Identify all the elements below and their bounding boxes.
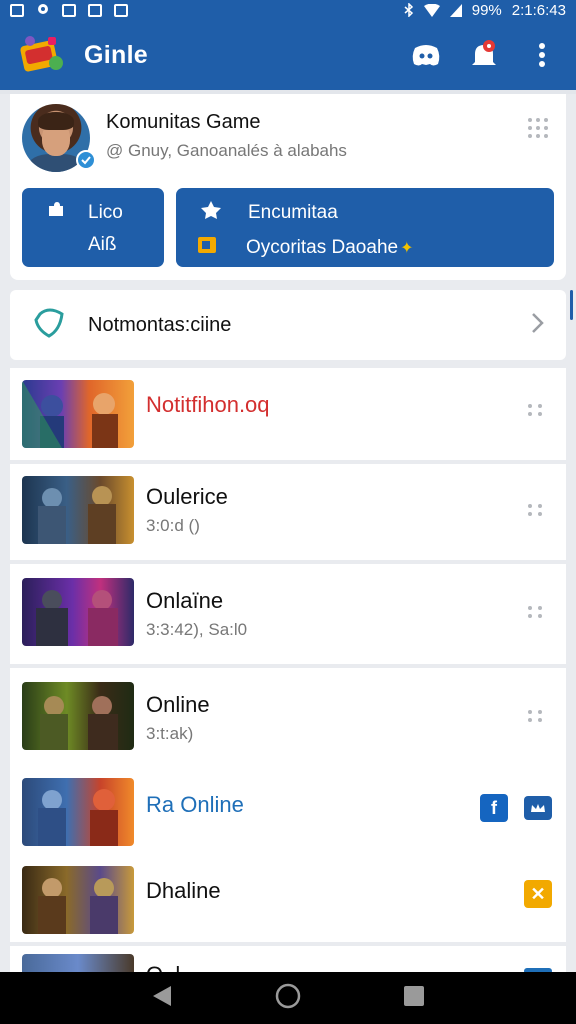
facebook-icon[interactable]: f	[480, 794, 508, 822]
lico-button-label: Lico	[88, 202, 123, 223]
star-icon	[200, 200, 222, 226]
game-title: Dhaline	[146, 878, 221, 903]
game-thumbnail	[22, 954, 134, 972]
lico-button-sublabel: Aiß	[88, 234, 117, 255]
battery-text: 99%	[471, 1, 502, 19]
signal-icon	[449, 3, 462, 17]
shield-icon	[32, 308, 66, 343]
app-title: Ginle	[84, 40, 149, 69]
home-icon[interactable]	[274, 982, 302, 1015]
lico-button[interactable]: Lico Aiß	[22, 188, 164, 267]
game-title: Online	[146, 692, 210, 717]
notifications-bell-icon[interactable]	[466, 37, 502, 73]
encumitaa-button[interactable]: Encumitaa Oycoritas Daoahe ✦	[176, 188, 554, 267]
notification-icon	[10, 3, 24, 17]
game-subtitle: 3:t:ak)	[146, 724, 194, 743]
game-title: Ra Online	[146, 792, 244, 817]
status-bar: 99% 2:1:6:43	[0, 0, 576, 20]
profile-name: Komunitas Game	[106, 111, 261, 133]
puzzle-icon	[46, 200, 66, 226]
sparkle-icon: ✦	[400, 240, 414, 257]
drag-handle-icon[interactable]	[528, 606, 542, 618]
scrollbar[interactable]	[570, 290, 573, 320]
game-title: Oulerice	[146, 484, 228, 509]
game-title: O..l..	[146, 962, 192, 972]
game-list: Notitfihon.oq Oulerice 3:0:d () Onlaïne …	[10, 368, 566, 972]
verified-icon	[76, 150, 96, 170]
back-icon[interactable]	[151, 984, 173, 1013]
drag-handle-icon[interactable]	[528, 404, 542, 416]
profile-card: Komunitas Game @ Gnuy, Ganoanalés à alab…	[10, 94, 566, 280]
image-icon	[62, 3, 76, 17]
game-pack-icon	[196, 234, 220, 262]
image-icon	[88, 3, 102, 17]
list-item[interactable]: Dhaline ✕	[10, 858, 566, 942]
game-thumbnail	[22, 380, 134, 448]
game-subtitle: 3:3:42), Sa:l0	[146, 620, 248, 639]
list-item[interactable]: Onlaïne 3:3:42), Sa:l0	[10, 564, 566, 664]
more-vert-icon[interactable]	[524, 37, 560, 73]
game-thumbnail	[22, 866, 134, 934]
game-title: Notitfihon.oq	[146, 392, 270, 417]
notifications-label: Notmontas:ciine	[88, 313, 232, 336]
game-subtitle: 3:0:d ()	[146, 516, 200, 535]
drag-handle-icon[interactable]	[528, 504, 542, 516]
encumitaa-label: Encumitaa	[248, 202, 338, 223]
game-thumbnail	[22, 578, 134, 646]
notifications-row[interactable]: Notmontas:ciine	[10, 290, 566, 360]
bluetooth-icon	[404, 3, 414, 17]
drag-handle-icon[interactable]	[528, 710, 542, 722]
list-item[interactable]: Notitfihon.oq	[10, 368, 566, 460]
clock: 2:1:6:43	[511, 1, 566, 19]
crown-icon[interactable]	[524, 796, 552, 820]
list-item[interactable]: Ra Online f	[10, 768, 566, 858]
recents-icon[interactable]	[403, 985, 425, 1012]
wifi-icon	[423, 3, 440, 17]
game-title: Onlaïne	[146, 588, 224, 613]
system-nav-bar	[0, 972, 576, 1024]
list-item[interactable]: Online 3:t:ak)	[10, 668, 566, 768]
chevron-right-icon	[530, 312, 544, 339]
oycoritas-label: Oycoritas Daoahe	[246, 237, 399, 258]
image-icon	[114, 3, 128, 17]
profile-handle: @ Gnuy, Ganoanalés à alabahs	[106, 141, 347, 160]
game-thumbnail	[22, 476, 134, 544]
app-bar: Ginle	[0, 20, 576, 90]
drag-handle-icon[interactable]	[528, 118, 548, 138]
list-item[interactable]: Oulerice 3:0:d ()	[10, 464, 566, 560]
app-logo	[18, 33, 66, 77]
game-thumbnail	[22, 682, 134, 750]
discord-icon[interactable]	[408, 37, 444, 73]
game-thumbnail	[22, 778, 134, 846]
close-badge-icon[interactable]: ✕	[524, 880, 552, 908]
location-icon	[36, 3, 50, 17]
list-item[interactable]: O..l..	[10, 946, 566, 972]
